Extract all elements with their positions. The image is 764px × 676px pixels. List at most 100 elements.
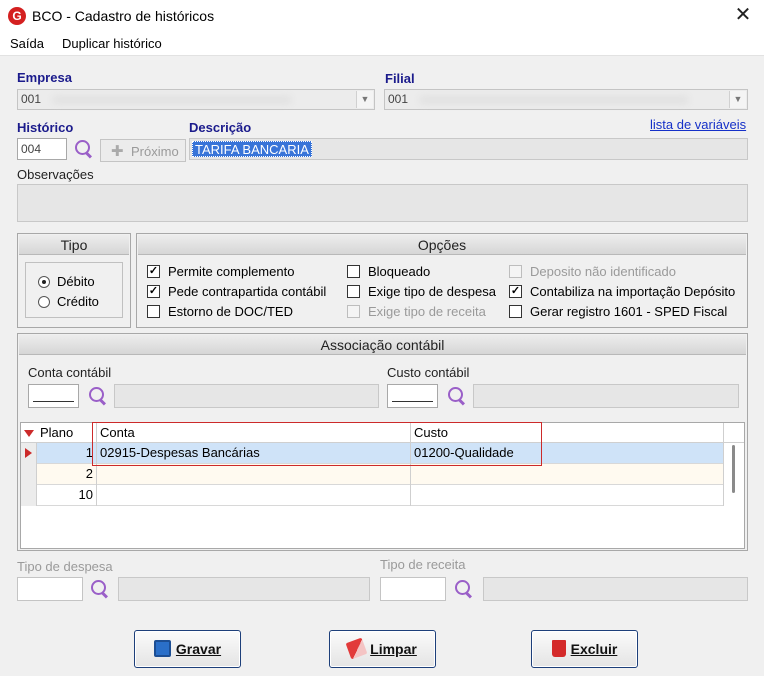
app-logo: G	[8, 7, 26, 25]
search-icon[interactable]	[446, 386, 466, 406]
search-icon[interactable]	[89, 579, 109, 599]
checkbox-exige-tipo-receita[interactable]	[347, 305, 360, 318]
chevron-down-icon[interactable]: ▼	[356, 91, 373, 108]
cell-plano[interactable]: 10	[37, 485, 97, 506]
tipo-group: Tipo Débito Crédito	[17, 233, 131, 328]
menu-saida[interactable]: Saída	[10, 36, 44, 51]
plus-icon: ✚	[111, 143, 124, 160]
bloqueado-label[interactable]: Bloqueado	[368, 264, 430, 279]
filial-select[interactable]: 001 ▼	[384, 89, 748, 110]
checkbox-estorno-doc-ted[interactable]	[147, 305, 160, 318]
cell-conta[interactable]	[97, 464, 411, 485]
sort-arrow-icon	[24, 430, 34, 437]
custo-contabil-label: Custo contábil	[387, 365, 470, 380]
tipo-receita-description	[483, 577, 748, 601]
historico-label: Histórico	[17, 120, 74, 135]
conta-contabil-input[interactable]	[28, 384, 79, 408]
opcoes-title: Opções	[138, 235, 746, 255]
observacoes-textarea[interactable]	[17, 184, 748, 222]
table-row[interactable]: 10	[21, 485, 724, 506]
checkbox-exige-tipo-despesa[interactable]	[347, 285, 360, 298]
cell-plano[interactable]: 2	[37, 464, 97, 485]
checkbox-bloqueado[interactable]	[347, 265, 360, 278]
chevron-down-icon[interactable]: ▼	[729, 91, 746, 108]
contabiliza-importacao-label[interactable]: Contabiliza na importação Depósito	[530, 284, 735, 299]
cell-plano[interactable]: 1	[37, 443, 97, 464]
search-icon[interactable]	[73, 139, 93, 159]
delete-button[interactable]: Excluir	[531, 630, 638, 668]
underline	[392, 401, 433, 402]
checkbox-deposito-nao-identificado[interactable]	[509, 265, 522, 278]
historico-value: 004	[21, 142, 42, 156]
cell-custo[interactable]	[411, 485, 724, 506]
custo-contabil-description	[473, 384, 739, 408]
clear-button[interactable]: Limpar	[329, 630, 436, 668]
checkbox-pede-contrapartida[interactable]: ✓	[147, 285, 160, 298]
estorno-doc-ted-label[interactable]: Estorno de DOC/TED	[168, 304, 293, 319]
tipo-radio-box: Débito Crédito	[25, 262, 123, 318]
tipo-receita-input[interactable]	[380, 577, 446, 601]
col-spacer	[724, 423, 744, 443]
empresa-select[interactable]: 001 ▼	[17, 89, 375, 110]
tipo-despesa-input[interactable]	[17, 577, 83, 601]
permite-complemento-label[interactable]: Permite complemento	[168, 264, 294, 279]
conta-contabil-description	[114, 384, 379, 408]
vertical-scrollbar[interactable]	[724, 443, 744, 546]
scrollbar-thumb[interactable]	[732, 445, 735, 493]
empresa-value: 001	[21, 92, 42, 106]
menu-duplicar-historico[interactable]: Duplicar histórico	[62, 36, 162, 51]
deposito-nao-identificado-label[interactable]: Deposito não identificado	[530, 264, 676, 279]
row-indicator	[21, 443, 37, 464]
floppy-disk-icon	[153, 640, 171, 657]
close-button[interactable]: ✕	[726, 2, 760, 30]
empresa-label: Empresa	[17, 70, 72, 85]
row-indicator	[21, 485, 37, 506]
proximo-button[interactable]: ✚ Próximo	[100, 139, 186, 162]
custo-contabil-input[interactable]	[387, 384, 438, 408]
proximo-label: Próximo	[131, 144, 179, 159]
historico-input[interactable]: 004	[17, 138, 67, 160]
search-icon[interactable]	[87, 386, 107, 406]
current-row-arrow-icon	[25, 448, 32, 458]
exige-tipo-receita-label[interactable]: Exige tipo de receita	[368, 304, 486, 319]
redacted-text	[419, 95, 689, 105]
pede-contrapartida-label[interactable]: Pede contrapartida contábil	[168, 284, 326, 299]
checkbox-permite-complemento[interactable]: ✓	[147, 265, 160, 278]
save-label: Gravar	[175, 641, 222, 657]
conta-contabil-label: Conta contábil	[28, 365, 112, 380]
cell-custo[interactable]	[411, 464, 724, 485]
eraser-icon	[345, 637, 368, 660]
tipo-title: Tipo	[19, 235, 129, 255]
highlight-box	[92, 422, 542, 466]
radio-credito[interactable]	[38, 296, 50, 308]
checkbox-contabiliza-importacao[interactable]: ✓	[509, 285, 522, 298]
filial-value: 001	[388, 92, 409, 106]
col-plano[interactable]: Plano	[37, 423, 97, 443]
descricao-value: TARIFA BANCARIA	[192, 141, 312, 157]
trash-icon	[551, 640, 566, 657]
observacoes-label: Observações	[17, 167, 94, 182]
row-indicator	[21, 464, 37, 485]
delete-label: Excluir	[570, 641, 618, 657]
save-button[interactable]: Gravar	[134, 630, 241, 668]
grid-header-indicator	[21, 423, 37, 443]
underline	[33, 401, 74, 402]
gerar-registro-1601-label[interactable]: Gerar registro 1601 - SPED Fiscal	[530, 304, 727, 319]
variables-link[interactable]: lista de variáveis	[650, 117, 746, 132]
radio-credito-label[interactable]: Crédito	[57, 294, 99, 309]
checkbox-gerar-registro-1601[interactable]	[509, 305, 522, 318]
cell-conta[interactable]	[97, 485, 411, 506]
search-icon[interactable]	[453, 579, 473, 599]
tipo-despesa-description	[118, 577, 370, 601]
exige-tipo-despesa-label[interactable]: Exige tipo de despesa	[368, 284, 496, 299]
radio-debito-label[interactable]: Débito	[57, 274, 95, 289]
filial-label: Filial	[385, 71, 415, 86]
window-title: BCO - Cadastro de históricos	[32, 8, 215, 24]
table-row[interactable]: 2	[21, 464, 724, 485]
redacted-text	[52, 95, 292, 105]
tipo-receita-label: Tipo de receita	[380, 557, 466, 572]
descricao-input[interactable]: TARIFA BANCARIA	[189, 138, 748, 160]
clear-label: Limpar	[370, 641, 417, 657]
radio-debito[interactable]	[38, 276, 50, 288]
tipo-despesa-label: Tipo de despesa	[17, 559, 113, 574]
